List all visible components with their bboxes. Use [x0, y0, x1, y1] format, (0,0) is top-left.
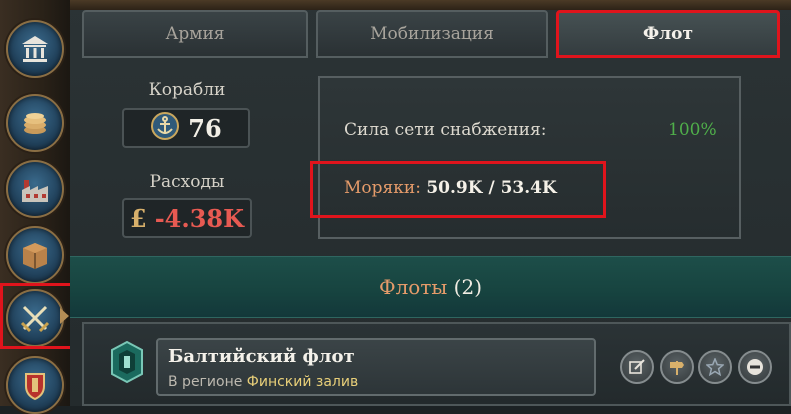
- ships-label: Корабли: [148, 80, 226, 100]
- tab-navy[interactable]: Флот: [556, 10, 780, 58]
- supply-label: Сила сети снабжения:: [344, 120, 547, 140]
- fleets-count: (2): [453, 275, 483, 299]
- left-menu: [0, 0, 76, 414]
- fleet-region-prefix: В регионе: [168, 374, 243, 390]
- pound-icon: £: [130, 203, 147, 233]
- fleet-region-link[interactable]: Финский залив: [247, 374, 358, 390]
- tab-army[interactable]: Армия: [82, 10, 308, 58]
- fleet-card[interactable]: Балтийский флот В регионе Финский залив: [82, 322, 791, 406]
- anchor-icon: [150, 111, 180, 145]
- coins-icon[interactable]: [6, 94, 64, 152]
- ships-count: 76: [188, 113, 222, 143]
- supply-value: 100%: [668, 120, 717, 140]
- fleets-title: Флоты: [378, 275, 448, 299]
- factory-icon[interactable]: [6, 160, 64, 218]
- fleet-region: В регионе Финский залив: [168, 374, 358, 390]
- shield-crest-icon[interactable]: [6, 356, 64, 414]
- military-panel: Армия Мобилизация Флот Корабли 76 Расход…: [70, 0, 791, 406]
- fleet-emblem-icon: [110, 340, 144, 384]
- panel-top-border: [70, 0, 791, 10]
- fleet-name: Балтийский флот: [168, 346, 355, 367]
- rename-edit-icon[interactable]: [620, 350, 654, 384]
- ships-stat: 76: [122, 108, 250, 148]
- tab-mobilization[interactable]: Мобилизация: [316, 10, 548, 58]
- signpost-icon[interactable]: [660, 350, 694, 384]
- fleet-name-box[interactable]: Балтийский флот В регионе Финский залив: [156, 338, 596, 396]
- active-menu-arrow: [60, 308, 69, 324]
- fleets-header: Флоты (2): [70, 256, 791, 318]
- sailors-highlight: [310, 161, 606, 218]
- expenses-stat: £ -4.38K: [122, 198, 252, 238]
- expenses-label: Расходы: [149, 172, 225, 192]
- disband-icon[interactable]: [738, 350, 772, 384]
- government-building-icon[interactable]: [6, 20, 64, 78]
- expenses-value: -4.38K: [154, 203, 244, 233]
- crate-icon[interactable]: [6, 226, 64, 284]
- star-icon[interactable]: [698, 350, 732, 384]
